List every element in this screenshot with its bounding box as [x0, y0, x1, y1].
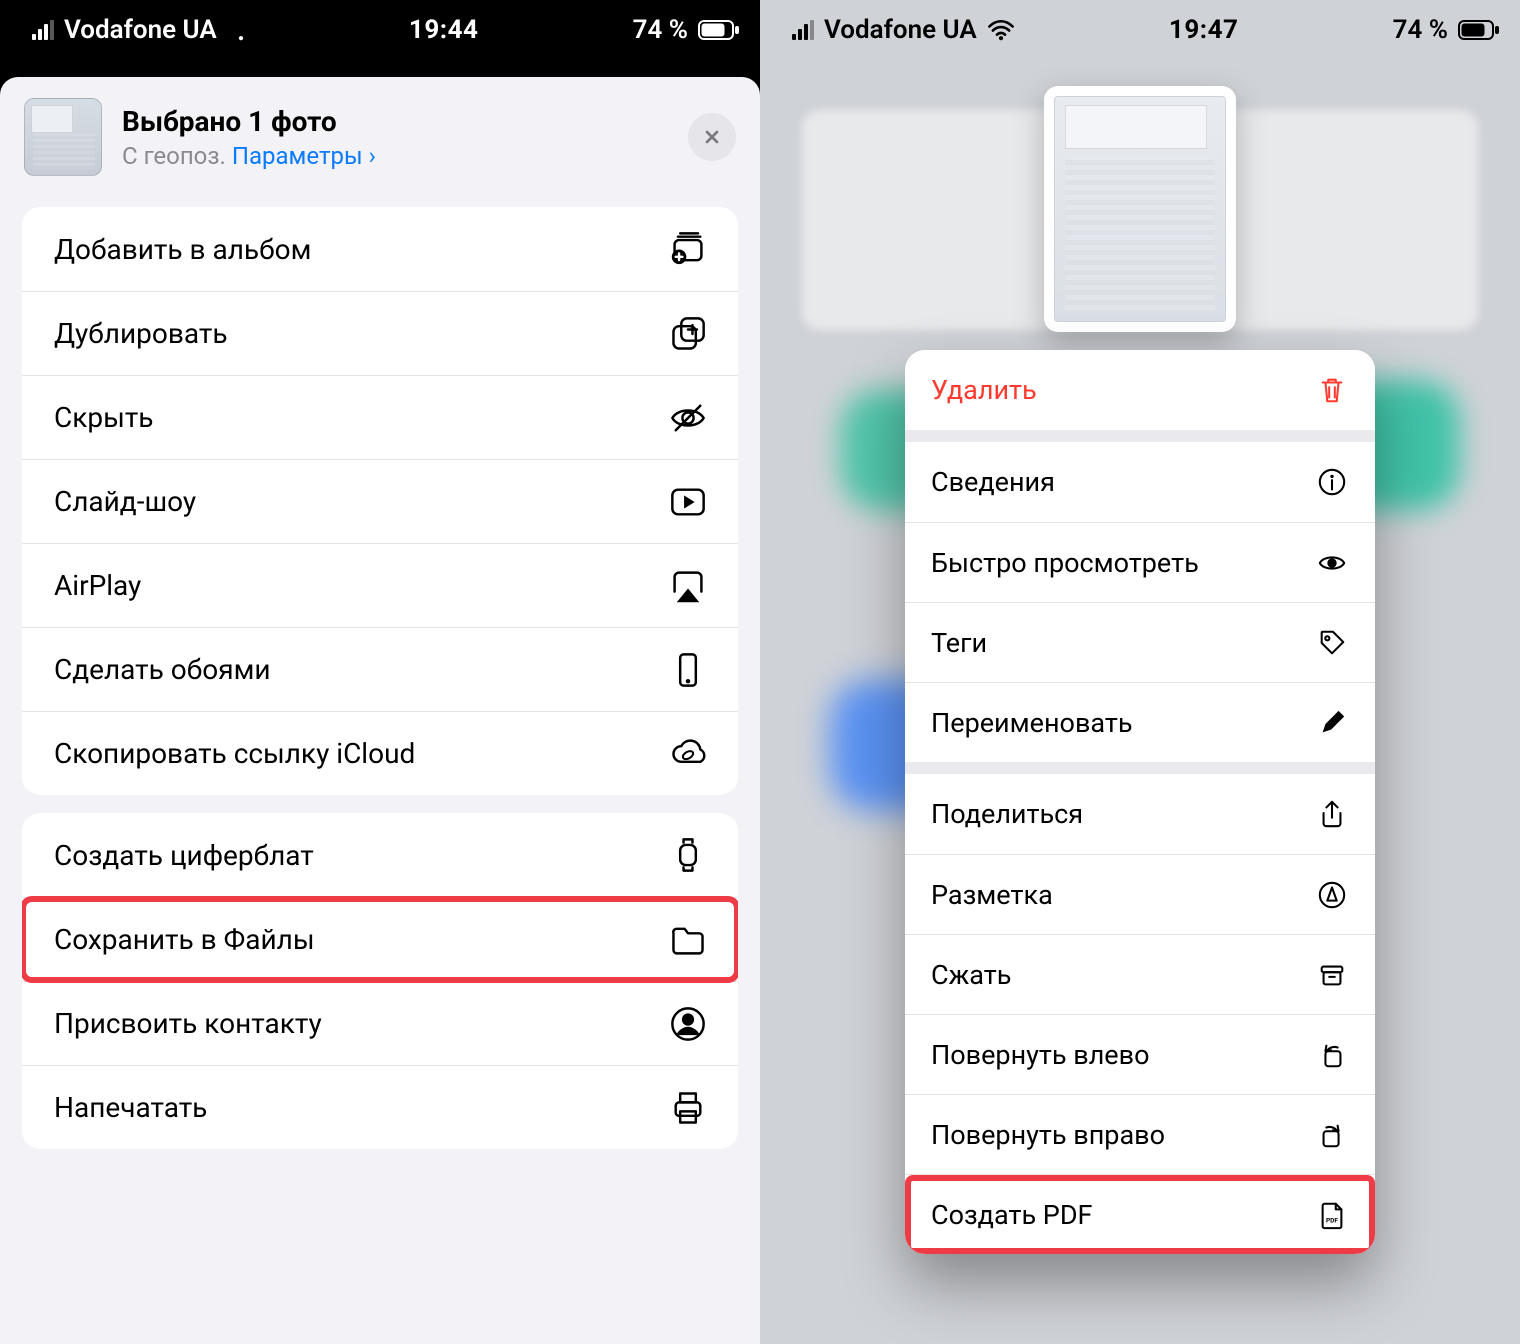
share-action-phone[interactable]: Сделать обоями [22, 627, 738, 711]
action-label: AirPlay [54, 569, 141, 602]
menu-item-label: Сведения [931, 466, 1055, 498]
file-preview-card[interactable] [1044, 86, 1236, 332]
share-action-hide-eye[interactable]: Скрыть [22, 375, 738, 459]
carrier-label: Vodafone UA [824, 15, 977, 45]
airplay-icon [666, 564, 710, 608]
menu-item-label: Поделиться [931, 798, 1083, 830]
markup-icon [1315, 878, 1349, 912]
rotate-left-icon [1315, 1038, 1349, 1072]
share-action-folder[interactable]: Сохранить в Файлы [22, 897, 738, 981]
play-rect-icon [666, 480, 710, 524]
clock: 19:44 [409, 15, 479, 45]
share-action-cloud-link[interactable]: Скопировать ссылку iCloud [22, 711, 738, 795]
hide-eye-icon [666, 396, 710, 440]
share-action-printer[interactable]: Напечатать [22, 1065, 738, 1149]
watch-icon [666, 833, 710, 877]
share-title: Выбрано 1 фото [122, 105, 376, 138]
menu-item-markup[interactable]: Разметка [905, 854, 1375, 934]
menu-item-eye[interactable]: Быстро просмотреть [905, 522, 1375, 602]
share-options-link[interactable]: Параметры [232, 142, 376, 170]
eye-icon [1315, 546, 1349, 580]
menu-item-tag[interactable]: Теги [905, 602, 1375, 682]
trash-icon [1315, 373, 1349, 407]
carrier-label: Vodafone UA [64, 15, 217, 45]
menu-item-label: Теги [931, 627, 987, 659]
add-to-album-icon [666, 227, 710, 271]
wifi-icon [987, 19, 1015, 41]
cellular-icon [792, 20, 814, 40]
share-action-watch[interactable]: Создать циферблат [22, 813, 738, 897]
phone-icon [666, 648, 710, 692]
share-sheet-header: Выбрано 1 фото С геопоз. Параметры [0, 77, 760, 197]
battery-percent: 74 % [633, 15, 688, 45]
action-label: Добавить в альбом [54, 233, 311, 266]
close-button[interactable] [688, 113, 736, 161]
menu-item-trash[interactable]: Удалить [905, 350, 1375, 430]
status-bar: Vodafone UA 19:47 74 % [760, 0, 1520, 60]
share-action-duplicate[interactable]: Дублировать [22, 291, 738, 375]
pdf-icon [1315, 1198, 1349, 1232]
menu-item-archive[interactable]: Сжать [905, 934, 1375, 1014]
menu-item-pencil[interactable]: Переименовать [905, 682, 1375, 762]
menu-item-pdf[interactable]: Создать PDF [905, 1174, 1375, 1254]
screenshot-left: Vodafone UA 19:44 74 % Выбрано 1 фото С … [0, 0, 760, 1344]
menu-item-info[interactable]: Сведения [905, 442, 1375, 522]
menu-item-label: Повернуть вправо [931, 1119, 1165, 1151]
menu-item-label: Разметка [931, 879, 1053, 911]
archive-icon [1315, 958, 1349, 992]
share-action-airplay[interactable]: AirPlay [22, 543, 738, 627]
menu-item-rotate-left[interactable]: Повернуть влево [905, 1014, 1375, 1094]
battery-icon [698, 20, 740, 40]
action-label: Присвоить контакту [54, 1007, 322, 1040]
rotate-right-icon [1315, 1118, 1349, 1152]
share-icon [1315, 797, 1349, 831]
battery-icon [1458, 20, 1500, 40]
action-label: Слайд-шоу [54, 485, 196, 518]
cellular-icon [32, 20, 54, 40]
tag-icon [1315, 626, 1349, 660]
menu-item-label: Удалить [931, 374, 1037, 406]
action-label: Создать циферблат [54, 839, 314, 872]
action-label: Дублировать [54, 317, 228, 350]
screenshot-right: Vodafone UA 19:47 74 % Удалить Сведения Б… [760, 0, 1520, 1344]
share-sheet: Выбрано 1 фото С геопоз. Параметры Добав… [0, 77, 760, 1344]
action-label: Скрыть [54, 401, 154, 434]
menu-item-rotate-right[interactable]: Повернуть вправо [905, 1094, 1375, 1174]
battery-percent: 74 % [1393, 15, 1448, 45]
action-label: Сохранить в Файлы [54, 923, 315, 956]
share-subtitle: С геопоз. Параметры [122, 142, 376, 170]
status-bar: Vodafone UA 19:44 74 % [0, 0, 760, 60]
menu-item-label: Переименовать [931, 707, 1133, 739]
menu-item-label: Сжать [931, 959, 1011, 991]
action-label: Скопировать ссылку iCloud [54, 737, 415, 770]
pencil-icon [1315, 706, 1349, 740]
share-preview-thumbnail[interactable] [24, 98, 102, 176]
clock: 19:47 [1169, 15, 1239, 45]
wifi-icon [227, 19, 255, 41]
menu-item-share[interactable]: Поделиться [905, 774, 1375, 854]
menu-item-label: Повернуть влево [931, 1039, 1149, 1071]
info-icon [1315, 465, 1349, 499]
action-label: Напечатать [54, 1091, 207, 1124]
share-action-group: Создать циферблат Сохранить в Файлы Присво… [22, 813, 738, 1149]
contact-icon [666, 1002, 710, 1046]
menu-item-label: Создать PDF [931, 1199, 1092, 1231]
context-menu: Удалить Сведения Быстро просмотреть Теги Пе… [905, 350, 1375, 1254]
share-action-add-to-album[interactable]: Добавить в альбом [22, 207, 738, 291]
share-action-contact[interactable]: Присвоить контакту [22, 981, 738, 1065]
menu-item-label: Быстро просмотреть [931, 547, 1199, 579]
share-action-group: Добавить в альбом Дублировать Скрыть Слайд-… [22, 207, 738, 795]
action-label: Сделать обоями [54, 653, 271, 686]
cloud-link-icon [666, 732, 710, 776]
share-action-play-rect[interactable]: Слайд-шоу [22, 459, 738, 543]
duplicate-icon [666, 312, 710, 356]
folder-icon [666, 918, 710, 962]
printer-icon [666, 1086, 710, 1130]
